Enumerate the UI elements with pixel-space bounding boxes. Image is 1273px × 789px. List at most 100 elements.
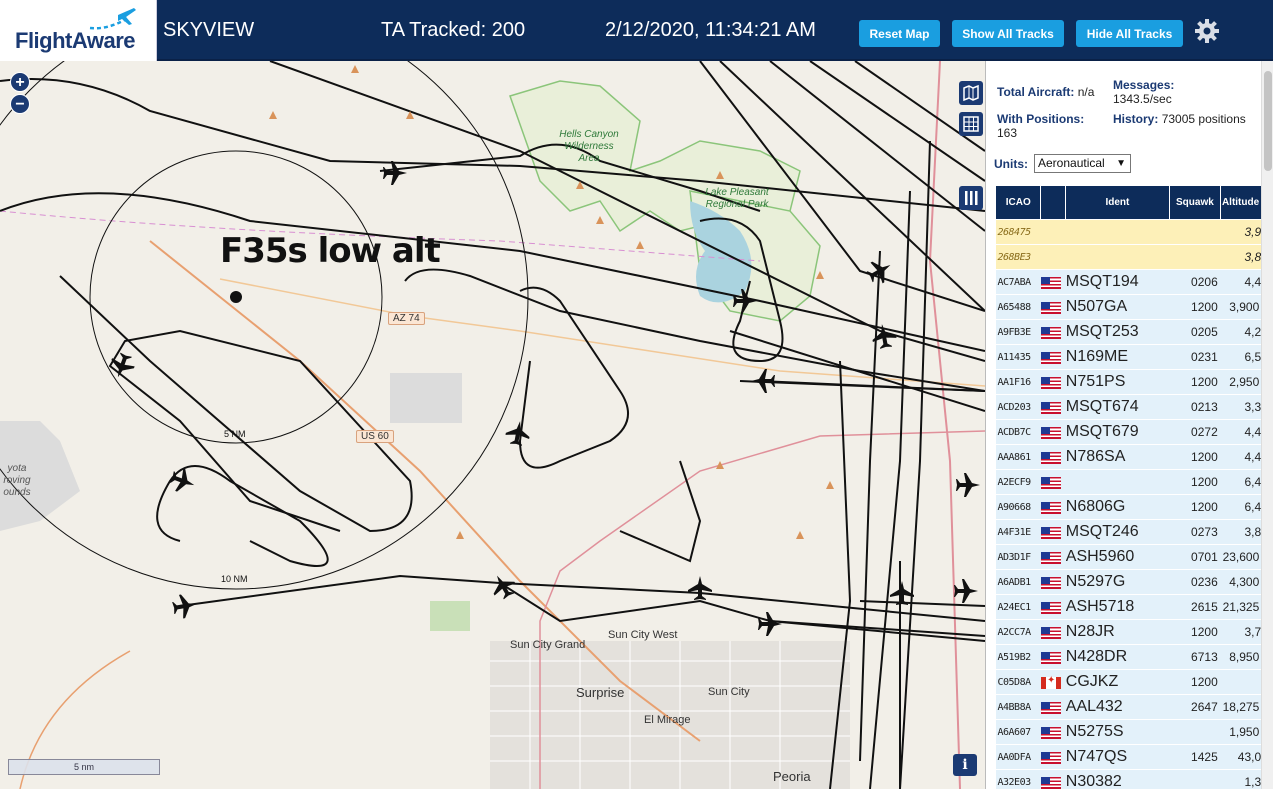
- flightaware-logo[interactable]: FlightAware: [0, 0, 157, 61]
- table-row[interactable]: A4F31E MSQT246 0273 3,800: [995, 519, 1273, 545]
- cell-squawk: 0206: [1169, 269, 1221, 295]
- us-flag-icon: [1040, 501, 1061, 514]
- history-stat: History: 73005 positions: [1113, 112, 1253, 126]
- cell-ident: MSQT194: [1065, 269, 1170, 295]
- cell-flag: [1040, 644, 1066, 670]
- cell-ident: N747QS: [1065, 744, 1170, 770]
- table-row[interactable]: A519B2 N428DR 6713 8,950 ▼: [995, 644, 1273, 670]
- col-squawk[interactable]: Squawk: [1168, 185, 1222, 220]
- range-ring-10nm-label: 10 NM: [221, 574, 248, 584]
- table-row[interactable]: AA1F16 N751PS 1200 2,950 ▼: [995, 369, 1273, 395]
- table-row[interactable]: AC7ABA MSQT194 0206 4,400: [995, 269, 1273, 295]
- cell-icao: A2ECF9: [995, 469, 1041, 495]
- table-row[interactable]: A4BB8A AAL432 2647 18,275 ▲: [995, 694, 1273, 720]
- cell-squawk: 1200: [1169, 619, 1221, 645]
- peoria-label: Peoria: [773, 769, 811, 784]
- cell-icao: 268BE3: [995, 244, 1041, 270]
- table-row[interactable]: A65488 N507GA 1200 3,900 ▼: [995, 294, 1273, 320]
- total-aircraft-value: n/a: [1077, 85, 1095, 99]
- us-flag-icon: [1040, 451, 1061, 464]
- table-row[interactable]: A2CC7A N28JR 1200 3,700: [995, 619, 1273, 645]
- cell-flag: [1040, 719, 1066, 745]
- table-row[interactable]: A9FB3E MSQT253 0205 4,225: [995, 319, 1273, 345]
- table-row[interactable]: A24EC1 ASH5718 2615 21,325 ▲: [995, 594, 1273, 620]
- cell-flag: [1040, 369, 1066, 395]
- table-row[interactable]: A6ADB1 N5297G 0236 4,300 ▲: [995, 569, 1273, 595]
- table-row[interactable]: AAA861 N786SA 1200 4,400: [995, 444, 1273, 470]
- cell-squawk: 0273: [1169, 519, 1221, 545]
- table-row[interactable]: A2ECF9 1200 6,400: [995, 469, 1273, 495]
- us-flag-icon: [1040, 551, 1061, 564]
- cell-ident: N28JR: [1065, 619, 1170, 645]
- cell-flag: [1040, 694, 1066, 720]
- cell-icao: A9FB3E: [995, 319, 1041, 345]
- columns-toggle-button[interactable]: [959, 186, 983, 210]
- history-value: 73005 positions: [1161, 112, 1246, 126]
- grid-toggle-button[interactable]: [959, 112, 983, 136]
- col-flag[interactable]: [1040, 185, 1067, 220]
- cell-flag: [1040, 319, 1066, 345]
- grid-icon: [963, 116, 979, 132]
- columns-icon: [965, 191, 978, 205]
- table-row[interactable]: C05D8A CGJKZ1200: [995, 669, 1273, 695]
- chevron-down-icon: ▼: [1116, 158, 1126, 169]
- col-ident[interactable]: Ident: [1065, 185, 1170, 220]
- panel-scrollbar[interactable]: [1261, 61, 1273, 789]
- show-all-tracks-button[interactable]: Show All Tracks: [952, 20, 1064, 47]
- cell-icao: AAA861: [995, 444, 1041, 470]
- reset-map-button[interactable]: Reset Map: [859, 20, 940, 47]
- aircraft-table: ICAO Ident Squawk Altitude (ft) 268475 3,…: [994, 185, 1273, 789]
- cell-ident: [1065, 219, 1170, 245]
- az74-road: [219, 278, 985, 387]
- scrollbar-thumb[interactable]: [1264, 71, 1272, 171]
- sun-city-label: Sun City: [708, 686, 750, 698]
- cell-flag: [1040, 494, 1066, 520]
- map-canvas[interactable]: [0, 61, 985, 789]
- table-row[interactable]: 268475 3,900: [995, 219, 1273, 245]
- map-layers-button[interactable]: [959, 81, 983, 105]
- cell-squawk: 2647: [1169, 694, 1221, 720]
- i17-road: [928, 61, 961, 789]
- units-select[interactable]: Aeronautical ▼: [1034, 154, 1131, 173]
- table-row[interactable]: ACD203 MSQT674 0213 3,300: [995, 394, 1273, 420]
- cell-ident: N30382: [1065, 769, 1170, 789]
- cell-flag: [1040, 594, 1066, 620]
- cell-flag: [1040, 519, 1066, 545]
- range-ring-10nm: [0, 61, 529, 590]
- units-select-value: Aeronautical: [1038, 156, 1105, 170]
- cell-icao: A6ADB1: [995, 569, 1041, 595]
- table-row[interactable]: A32E03 N30382 1,300: [995, 769, 1273, 789]
- col-icao[interactable]: ICAO: [994, 185, 1042, 220]
- surprise-label: Surprise: [576, 685, 625, 700]
- total-aircraft-label: Total Aircraft:: [997, 85, 1075, 99]
- clock: 2/12/2020, 11:34:21 AM: [605, 19, 816, 41]
- el-mirage-label: El Mirage: [644, 714, 691, 726]
- hide-all-tracks-button[interactable]: Hide All Tracks: [1076, 20, 1183, 47]
- cell-squawk: 1200: [1169, 369, 1221, 395]
- map-view[interactable]: F35s low alt 5 NM 10 NM AZ 74 US 60 Hell…: [0, 61, 985, 789]
- table-row[interactable]: A6A607 N5275S 1,950 ▼: [995, 719, 1273, 745]
- table-row[interactable]: 268BE3 3,800: [995, 244, 1273, 270]
- table-row[interactable]: A90668 N6806G 1200 6,400: [995, 494, 1273, 520]
- table-row[interactable]: AD3D1F ASH5960 0701 23,600 ▲: [995, 544, 1273, 570]
- sun-city-west-label: Sun City West: [608, 629, 678, 641]
- cell-icao: AA1F16: [995, 369, 1041, 395]
- table-row[interactable]: A11435 N169ME 0231 6,500: [995, 344, 1273, 370]
- with-positions-label: With Positions:: [997, 112, 1085, 126]
- table-row[interactable]: AA0DFA N747QS 1425 43,000: [995, 744, 1273, 770]
- cell-flag: [1040, 619, 1066, 645]
- cell-flag: [1040, 469, 1066, 495]
- cell-ident: AAL432: [1065, 694, 1170, 720]
- us-flag-icon: [1040, 726, 1061, 739]
- zoom-out-button[interactable]: −: [10, 94, 30, 114]
- zoom-in-button[interactable]: +: [10, 72, 30, 92]
- gear-icon[interactable]: [1193, 17, 1221, 45]
- top-header: FlightAware SKYVIEW TA Tracked: 200 2/12…: [0, 0, 1273, 61]
- us-flag-icon: [1040, 776, 1061, 789]
- info-button[interactable]: i: [953, 754, 977, 776]
- us-flag-icon: [1040, 476, 1061, 489]
- table-row[interactable]: ACDB7C MSQT679 0272 4,400: [995, 419, 1273, 445]
- units-label: Units:: [994, 157, 1028, 171]
- us-flag-icon: [1040, 351, 1061, 364]
- cell-ident: [1065, 469, 1170, 495]
